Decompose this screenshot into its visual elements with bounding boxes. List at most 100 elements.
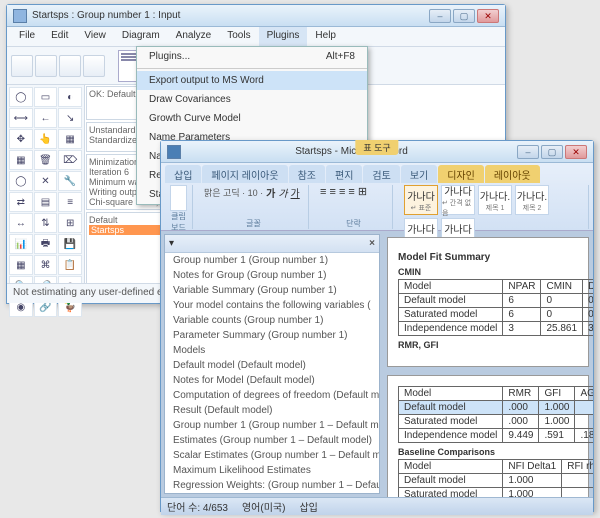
tb-2[interactable] — [35, 55, 57, 77]
amos-titlebar[interactable]: Startsps : Group number 1 : Input – ▢ ✕ — [7, 5, 505, 27]
table-cmin: ModelNPARCMINDFPCMIN/DFDefault model600S… — [398, 279, 593, 336]
menu-edit[interactable]: Edit — [43, 27, 76, 46]
paste-button[interactable] — [170, 185, 187, 211]
nav-item[interactable]: Parameter Summary (Group number 1) — [165, 328, 379, 343]
mi-export-word[interactable]: Export output to MS Word — [137, 71, 367, 90]
tab-design[interactable]: 디자인 — [438, 165, 484, 183]
nav-item[interactable]: Maximum Likelihood Estimates — [165, 463, 379, 478]
menu-diagram[interactable]: Diagram — [114, 27, 168, 46]
tool-2[interactable]: ◐ — [58, 87, 82, 107]
minimize-button[interactable]: – — [429, 9, 451, 23]
h-cmin: CMIN — [398, 267, 578, 277]
menu-help[interactable]: Help — [307, 27, 344, 46]
tool-15[interactable]: ⇄ — [9, 192, 33, 212]
table-rmr: ModelRMRGFIAGFIPGFIDefault model.0001.00… — [398, 386, 593, 443]
ribbon-tabs: 삽입 페이지 레이아웃 참조 편지 검토 보기 디자인 레이아웃 — [165, 165, 589, 183]
tab-insert[interactable]: 삽입 — [165, 165, 201, 183]
tb-3[interactable] — [59, 55, 81, 77]
tool-25[interactable]: ⌘ — [34, 255, 58, 275]
tool-14[interactable]: 🔧 — [58, 171, 82, 191]
amos-menubar: File Edit View Diagram Analyze Tools Plu… — [7, 27, 505, 47]
amos-title: Startsps : Group number 1 : Input — [32, 10, 180, 21]
tool-17[interactable]: ≡ — [58, 192, 82, 212]
tab-view[interactable]: 보기 — [401, 165, 437, 183]
tool-8[interactable]: ▦ — [58, 129, 82, 149]
word-titlebar[interactable]: Startsps - Microsoft Word 표 도구 – ▢ ✕ — [161, 141, 593, 163]
nav-item[interactable]: Variable Summary (Group number 1) — [165, 283, 379, 298]
nav-item[interactable]: Notes for Model (Default model) — [165, 373, 379, 388]
style-3[interactable]: 가나다.제목 2 — [515, 185, 549, 215]
tool-18[interactable]: ↔ — [9, 213, 33, 233]
menu-plugins[interactable]: Plugins — [259, 27, 308, 46]
tool-7[interactable]: 👆 — [34, 129, 58, 149]
nav-item[interactable]: Estimates (Group number 1 – Default mode… — [165, 433, 379, 448]
tool-0[interactable]: ◯ — [9, 87, 33, 107]
amos-toolbox: ◯▭◐⟷←↘✥👆▦▦🗑⌦◯✕🔧⇄▤≡↔⇅⊞📊🖶💾▦⌘📋🔍🔎⊕◉🔗🦆 — [7, 85, 85, 301]
status-wordcount[interactable]: 단어 수: 4/653 — [167, 499, 228, 514]
tool-21[interactable]: 📊 — [9, 234, 33, 254]
tb-4[interactable] — [83, 55, 105, 77]
tool-6[interactable]: ✥ — [9, 129, 33, 149]
menu-view[interactable]: View — [76, 27, 114, 46]
plugins-header[interactable]: Plugins...Alt+F8 — [137, 47, 367, 66]
menu-analyze[interactable]: Analyze — [168, 27, 220, 46]
nav-item[interactable]: Regression Weights: (Group number 1 – De… — [165, 478, 379, 493]
style-2[interactable]: 가나다.제목 1 — [478, 185, 512, 215]
tool-19[interactable]: ⇅ — [34, 213, 58, 233]
tool-16[interactable]: ▤ — [34, 192, 58, 212]
menu-tools[interactable]: Tools — [219, 27, 258, 46]
nav-item[interactable]: Group number 1 (Group number 1) — [165, 253, 379, 268]
nav-item[interactable]: Group number 1 (Group number 1 – Default… — [165, 418, 379, 433]
tool-20[interactable]: ⊞ — [58, 213, 82, 233]
style-0[interactable]: 가나다↵ 표준 — [404, 185, 438, 215]
nav-item[interactable]: Computation of degrees of freedom (Defau… — [165, 388, 379, 403]
tool-12[interactable]: ◯ — [9, 171, 33, 191]
tool-24[interactable]: ▦ — [9, 255, 33, 275]
tab-ref[interactable]: 참조 — [289, 165, 325, 183]
tool-9[interactable]: ▦ — [9, 150, 33, 170]
nav-item[interactable]: Scalar Estimates (Group number 1 – Defau… — [165, 448, 379, 463]
word-title: Startsps - Microsoft Word — [186, 146, 517, 157]
tab-mail[interactable]: 편지 — [326, 165, 362, 183]
tool-3[interactable]: ⟷ — [9, 108, 33, 128]
nav-item[interactable]: Models — [165, 343, 379, 358]
word-max-button[interactable]: ▢ — [541, 145, 563, 159]
maximize-button[interactable]: ▢ — [453, 9, 475, 23]
word-context-tab: 표 도구 — [355, 140, 398, 155]
h-rmr: RMR, GFI — [398, 340, 578, 350]
tab-layout2[interactable]: 레이아웃 — [485, 165, 540, 183]
status-insert[interactable]: 삽입 — [299, 499, 317, 514]
nav-close-icon[interactable]: × — [369, 238, 375, 249]
tool-5[interactable]: ↘ — [58, 108, 82, 128]
tab-layout[interactable]: 페이지 레이아웃 — [202, 165, 287, 183]
style-1[interactable]: 가나다↵ 간격 없음 — [441, 185, 475, 215]
nav-list[interactable]: Group number 1 (Group number 1)Notes for… — [165, 253, 379, 493]
tool-26[interactable]: 📋 — [58, 255, 82, 275]
h-model-fit: Model Fit Summary — [398, 252, 578, 263]
tool-23[interactable]: 💾 — [58, 234, 82, 254]
word-ribbon: 삽입 페이지 레이아웃 참조 편지 검토 보기 디자인 레이아웃 클립보드 맑은… — [161, 163, 593, 231]
table-base: ModelNFI Delta1RFI rho1IFI Delta2TLI rho… — [398, 459, 593, 497]
nav-item[interactable]: Your model contains the following variab… — [165, 298, 379, 313]
mi-draw-cov[interactable]: Draw Covariances — [137, 90, 367, 109]
tool-10[interactable]: 🗑 — [34, 150, 58, 170]
nav-item[interactable]: Result (Default model) — [165, 403, 379, 418]
tool-11[interactable]: ⌦ — [58, 150, 82, 170]
tab-review[interactable]: 검토 — [363, 165, 399, 183]
close-button[interactable]: ✕ — [477, 9, 499, 23]
mi-growth[interactable]: Growth Curve Model — [137, 109, 367, 128]
nav-item[interactable]: Default model (Default model) — [165, 358, 379, 373]
tool-4[interactable]: ← — [34, 108, 58, 128]
word-page-area[interactable]: Model Fit Summary CMIN ModelNPARCMINDFPC… — [383, 231, 593, 497]
tb-1[interactable] — [11, 55, 33, 77]
tool-13[interactable]: ✕ — [34, 171, 58, 191]
word-close-button[interactable]: ✕ — [565, 145, 587, 159]
menu-file[interactable]: File — [11, 27, 43, 46]
status-lang[interactable]: 영어(미국) — [242, 499, 285, 514]
word-min-button[interactable]: – — [517, 145, 539, 159]
tool-1[interactable]: ▭ — [34, 87, 58, 107]
tool-22[interactable]: 🖶 — [34, 234, 58, 254]
nav-item[interactable]: Notes for Group (Group number 1) — [165, 268, 379, 283]
nav-header[interactable]: ▾× — [165, 235, 379, 253]
nav-item[interactable]: Variable counts (Group number 1) — [165, 313, 379, 328]
